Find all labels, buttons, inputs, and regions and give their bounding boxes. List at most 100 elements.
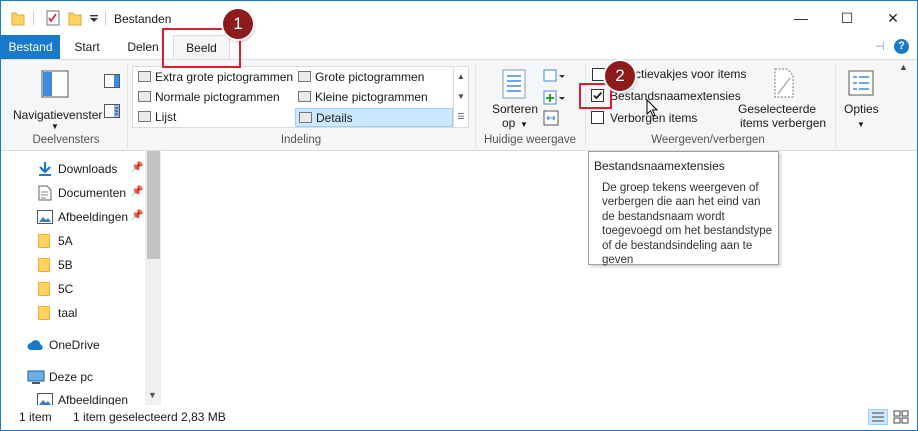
download-icon [37, 161, 53, 177]
pin-icon: 📌 [131, 186, 144, 197]
options-label: Opties [844, 102, 879, 116]
size-columns-icon[interactable] [543, 110, 559, 126]
nav-pane-icon [41, 70, 69, 98]
layout-list[interactable]: Lijst [135, 108, 293, 127]
ribbon-tabs: Bestand Start Delen Beeld ⊣ ? [1, 35, 917, 59]
cloud-icon [27, 339, 45, 351]
small-icons-icon [298, 91, 311, 102]
computer-icon [27, 370, 45, 384]
nav-pane-button[interactable]: Navigatievenster ▼ [9, 66, 102, 131]
gallery-expand-icon[interactable]: ☰ [454, 107, 468, 127]
nav-item-pictures-pc[interactable]: Afbeeldingen [1, 389, 145, 405]
layout-extra-large-icons[interactable]: Extra grote pictogrammen [135, 68, 293, 87]
sort-by-button[interactable]: Sorteren op ▼ [488, 66, 540, 130]
folder-icon [38, 306, 50, 320]
customize-qat-chevron-icon[interactable] [89, 13, 99, 29]
group-label-show-hide: Weergeven/verbergen [651, 134, 765, 146]
layout-medium-icons[interactable]: Normale pictogrammen [135, 88, 293, 107]
nav-item-onedrive[interactable]: OneDrive [1, 334, 145, 356]
group-by-icon[interactable] [543, 68, 565, 84]
annotation-box-file-ext [579, 83, 612, 109]
folder-icon [38, 234, 50, 248]
nav-item-downloads[interactable]: Downloads 📌 [1, 158, 145, 180]
document-icon [38, 185, 52, 201]
tab-share[interactable]: Delen [121, 35, 165, 59]
status-item-count: 1 item [19, 410, 52, 424]
pin-ribbon-icon[interactable]: ⊣ [875, 40, 885, 53]
tooltip-file-extensions: Bestandsnaamextensies De groep tekens we… [588, 151, 779, 267]
nav-item-5a[interactable]: 5A [1, 230, 145, 252]
annotation-badge-2: 2 [605, 61, 635, 91]
group-label-current-view: Huidige weergave [483, 134, 577, 146]
item-checkboxes-checkbox[interactable] [592, 68, 605, 81]
maximize-button[interactable]: ☐ [824, 1, 870, 35]
preview-pane-icon[interactable] [104, 74, 120, 88]
tooltip-body: De groep tekens weergeven of verbergen d… [602, 182, 773, 267]
tooltip-title: Bestandsnaamextensies [594, 159, 725, 173]
layout-small-icons[interactable]: Kleine pictogrammen [295, 88, 453, 107]
item-checkboxes-label: ctievakjes voor items [635, 67, 747, 81]
folder-icon [38, 258, 50, 272]
chevron-down-icon[interactable]: ▼ [454, 87, 468, 107]
hide-selected-icon [773, 68, 795, 98]
list-icon [138, 111, 151, 122]
options-button[interactable]: Opties ▼ [839, 66, 883, 130]
nav-item-this-pc[interactable]: Deze pc [1, 366, 145, 388]
close-icon: ✕ [887, 9, 899, 26]
nav-scrollbar-thumb[interactable] [147, 151, 160, 259]
file-list-area[interactable] [161, 151, 917, 405]
nav-item-documents[interactable]: Documenten 📌 [1, 182, 145, 204]
details-view-icon[interactable] [868, 409, 888, 425]
ribbon-collapse-chevron-icon[interactable]: ▲ [899, 62, 908, 72]
minimize-icon: — [794, 10, 808, 26]
extra-large-icons-icon [138, 71, 151, 82]
title-bar: Bestanden — ☐ ✕ [1, 1, 917, 35]
properties-icon[interactable] [46, 10, 60, 26]
new-folder-icon[interactable] [68, 10, 82, 26]
group-separator [475, 64, 476, 148]
tab-file[interactable]: Bestand [1, 35, 60, 59]
nav-item-taal[interactable]: taal [1, 302, 145, 324]
hide-selected-items-button[interactable]: Geselecteerde items verbergen [733, 66, 833, 130]
add-columns-icon[interactable] [543, 90, 565, 106]
group-separator [127, 64, 128, 148]
chevron-down-icon: ▼ [520, 120, 528, 129]
options-icon [847, 70, 875, 96]
details-pane-icon[interactable] [104, 104, 120, 118]
ribbon-view: Navigatievenster ▼ Deelvensters Extra gr… [1, 59, 917, 151]
medium-icons-icon [138, 91, 151, 102]
window-title: Bestanden [114, 12, 172, 26]
explorer-window: Bestanden — ☐ ✕ Bestand Start Delen Beel… [0, 0, 918, 431]
sort-icon [500, 68, 528, 100]
status-bar: 1 item 1 item geselecteerd 2,83 MB [1, 405, 917, 430]
layout-large-icons[interactable]: Grote pictogrammen [295, 68, 453, 87]
pictures-icon [37, 393, 53, 405]
chevron-up-icon[interactable]: ▲ [454, 67, 468, 87]
layout-details[interactable]: Details [295, 108, 453, 127]
scroll-down-chevron-icon[interactable]: ▼ [148, 390, 157, 400]
mouse-cursor-icon [646, 98, 659, 117]
toolbar-separator [33, 11, 34, 25]
sort-label-line1: Sorteren [492, 102, 539, 116]
nav-item-pictures[interactable]: Afbeeldingen 📌 [1, 206, 145, 228]
group-label-panes: Deelvensters [32, 134, 100, 146]
gallery-scroll[interactable]: ▲ ▼ ☰ [453, 67, 468, 127]
status-selection: 1 item geselecteerd 2,83 MB [73, 410, 226, 424]
pin-icon: 📌 [131, 210, 144, 221]
title-separator [105, 11, 106, 25]
annotation-badge-1: 1 [223, 9, 253, 39]
minimize-button[interactable]: — [778, 1, 824, 35]
nav-item-5c[interactable]: 5C [1, 278, 145, 300]
close-button[interactable]: ✕ [870, 1, 916, 35]
tab-home[interactable]: Start [66, 35, 108, 59]
details-icon [299, 112, 312, 123]
help-icon[interactable]: ? [894, 39, 909, 54]
pictures-icon [37, 210, 53, 224]
file-extensions-label: Bestandsnaamextensies [610, 89, 741, 103]
hidden-items-checkbox[interactable] [591, 111, 604, 124]
hide-selected-label-line1: Geselecteerde [738, 102, 817, 116]
maximize-icon: ☐ [840, 9, 854, 26]
group-separator [835, 64, 836, 148]
nav-item-5b[interactable]: 5B [1, 254, 145, 276]
large-icons-view-icon[interactable] [892, 409, 910, 425]
